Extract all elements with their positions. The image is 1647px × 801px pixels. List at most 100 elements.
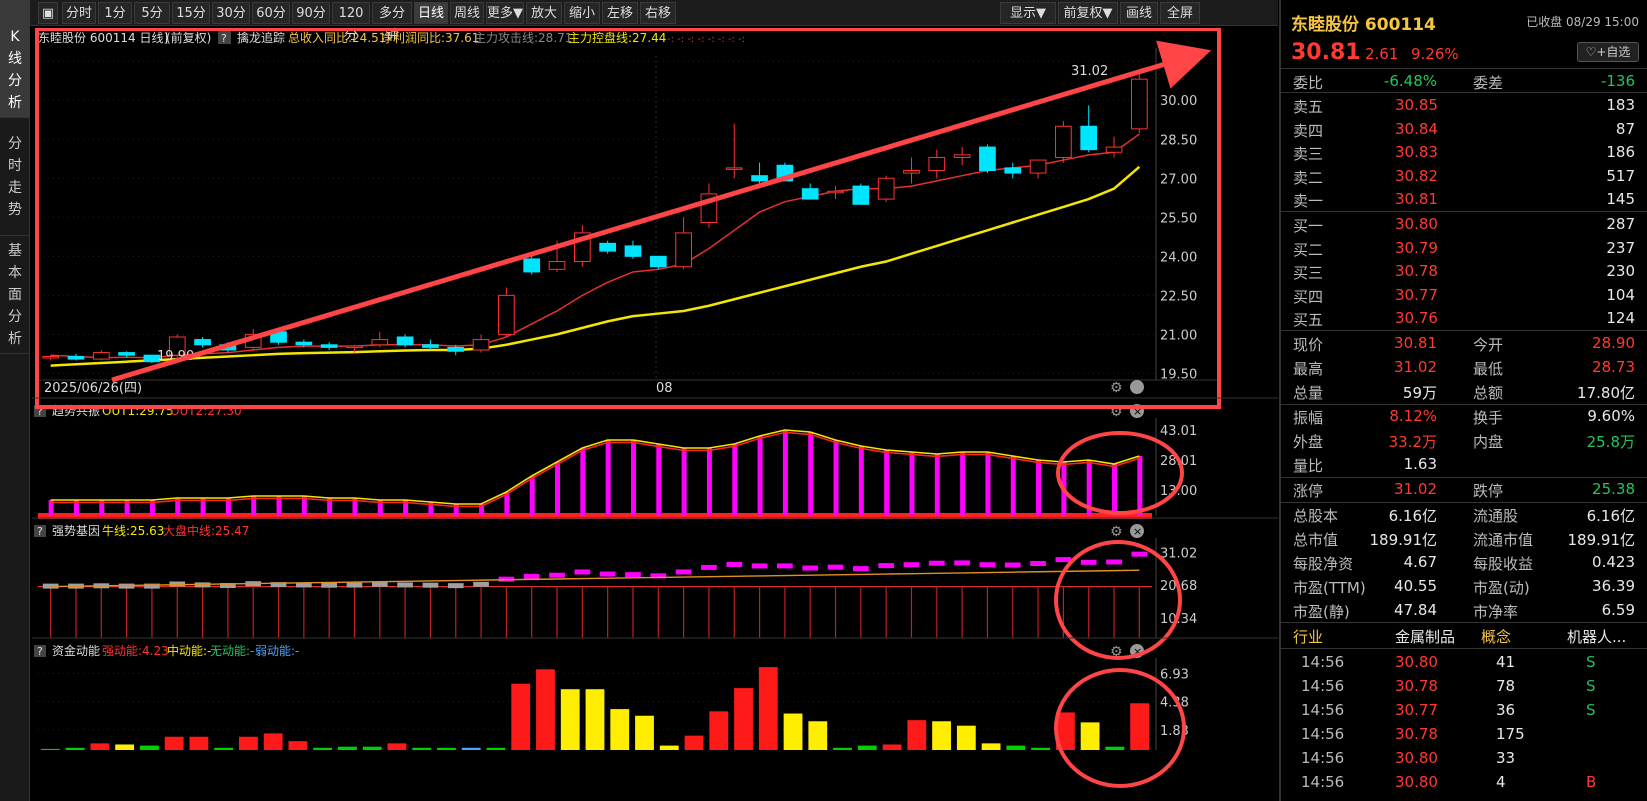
annotations [35,27,1221,788]
fund-bar [560,689,580,750]
stat-row: 外盘 33.2万 内盘 25.8万 [1281,429,1647,453]
trend-bar [529,476,535,516]
stat-label: 流通股 [1473,507,1519,525]
industry-value[interactable]: 金属制品 [1395,626,1455,647]
gene-help-text: ? [37,525,43,538]
candle [92,349,110,361]
tick-price: 30.78 [1395,677,1438,695]
fund-title: 资金动能 [52,643,100,658]
fund-bar [684,735,704,750]
gene-box [954,560,970,566]
trend-bar [757,436,763,516]
toolbar-btn-11[interactable]: 更多▼ [486,2,524,24]
add-watchlist-label: +自选 [1596,45,1631,59]
candle [725,123,743,179]
control-line: 主力控盘线:27.44 [568,30,666,45]
trend-y-tick: 43.01 [1160,424,1197,439]
candle-body [649,255,667,268]
tick-volume: 41 [1496,653,1516,671]
tab-fundamental[interactable]: 基本面分析 [0,236,30,354]
gene-box [827,564,844,570]
ask-volume: 517 [1606,166,1635,185]
toolbar-btn-14[interactable]: 左移 [602,2,638,24]
candle [599,240,617,254]
toolbar-right-btn-0[interactable]: 显示▼ [1000,2,1056,24]
fund-bar [709,711,729,750]
tick-row: 14:56 30.80 4 B [1281,771,1647,795]
candle-body [1004,167,1022,174]
candle-body [346,345,363,349]
toolbar-btn-5[interactable]: 60分 [252,2,290,24]
gene-box [1004,562,1021,568]
toolbar-btn-12[interactable]: 放大 [526,2,562,24]
stat-value: 59万 [1402,384,1437,402]
candle [67,353,85,361]
tick-volume: 78 [1496,677,1516,695]
stat-label: 今开 [1473,336,1504,354]
candle-body [92,352,110,360]
toolbar-btn-8[interactable]: 多分钟 [372,2,412,43]
candle-body [1055,125,1072,158]
stat-label: 市盈(静) [1293,603,1350,621]
main-gear-icon[interactable]: ⚙ [1110,380,1123,396]
toolbar-menu-icon[interactable]: ▣ [38,2,58,24]
toolbar-btn-4[interactable]: 30分 [212,2,250,24]
toolbar-btn-1[interactable]: 1分 [98,2,132,24]
gene-box [523,573,540,579]
main-close-icon[interactable] [1130,380,1144,394]
gene-box [473,581,489,587]
toolbar-right-btn-2[interactable]: 画线 [1120,2,1158,24]
toolbar-btn-13[interactable]: 缩小 [564,2,600,24]
toolbar-btn-10[interactable]: 周线 [450,2,484,24]
fund-bar [585,689,605,750]
ask-price: 30.81 [1395,190,1438,208]
kline-chart-svg[interactable]: 东睦股份 600114 日线] (前复权) ? 擒龙追踪 总收入同比:24.51… [32,27,1278,801]
rev-yoy: 总收入同比:24.51 [288,31,386,45]
gene-box [979,562,996,568]
toolbar-btn-6[interactable]: 90分 [292,2,330,24]
toolbar-btn-2[interactable]: 5分 [134,2,170,24]
main-y-tick: 19.50 [1160,367,1197,382]
toolbar-btn-7[interactable]: 120分 [332,2,370,43]
toolbar-btn-9[interactable]: 日线 [414,2,448,24]
ask-price: 30.85 [1395,96,1438,114]
candle [649,255,667,270]
gene-gear-icon[interactable]: ⚙ [1110,524,1123,540]
fq-label: (前复权) [166,30,211,45]
tick-side: S [1586,677,1596,695]
stat-value: 30.81 [1394,334,1437,352]
industry-label: 行业 [1293,628,1324,646]
toolbar-right-btn-1[interactable]: 前复权▼ [1058,2,1118,24]
candle-body [1105,146,1123,153]
gene-box [574,569,591,575]
toolbar-btn-3[interactable]: 15分 [172,2,210,24]
ask-volume: 183 [1606,96,1635,114]
candle-body [1080,125,1098,151]
stat-value: 40.55 [1394,577,1437,595]
stat-value: 17.80亿 [1577,384,1635,402]
candle-body [320,344,338,348]
main-y-tick: 21.00 [1160,328,1197,343]
gene-panel-header: ? 强势基因 牛线:25.63 大盘中线:25.47 [34,523,249,538]
bid-row: 买四 30.77 104 [1281,284,1647,308]
toolbar-btn-0[interactable]: 分时 [62,2,96,24]
bid-label: 买四 [1293,287,1324,306]
toolbar-right-btn-3[interactable]: 全屏 [1160,2,1200,24]
gene-box [777,563,793,569]
trend-bar [782,430,788,516]
stat-row: 振幅 8.12% 换手 9.60% [1281,405,1647,429]
gene-box [751,563,768,569]
concept-value[interactable]: 机器人... [1567,626,1626,647]
stat-row: 市盈(TTM) 40.55 市盈(动) 36.39 [1281,575,1647,599]
candle-body [624,245,642,257]
tick-price: 30.80 [1395,773,1438,791]
tab-kline[interactable]: K线分析 [0,0,30,118]
candle-body [877,177,895,200]
tick-side: S [1586,701,1596,719]
add-watchlist-button[interactable]: ♡+自选 [1577,42,1639,62]
bid-price: 30.78 [1395,262,1438,280]
stat-value: 36.39 [1592,577,1635,595]
tab-intraday[interactable]: 分时走势 [0,118,30,236]
fund-bar [288,741,308,750]
toolbar-btn-15[interactable]: 右移 [640,2,676,24]
